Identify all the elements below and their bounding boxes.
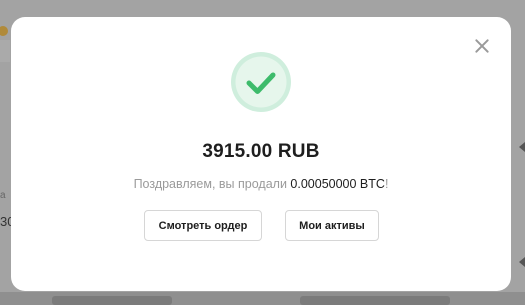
success-modal: 3915.00 RUB Поздравляем, вы продали 0.00… <box>11 17 511 291</box>
close-icon[interactable] <box>472 36 492 56</box>
view-order-button[interactable]: Смотреть ордер <box>144 210 262 241</box>
background-bottom-chip <box>52 296 172 305</box>
success-message: Поздравляем, вы продали 0.00050000 BTC! <box>11 177 511 191</box>
carousel-arrow-icon <box>519 142 525 152</box>
carousel-arrow-icon <box>519 257 525 267</box>
success-message-text: Поздравляем, вы продали <box>133 177 291 191</box>
background-partial-label: а <box>0 190 6 201</box>
success-check-icon <box>231 52 291 112</box>
my-assets-button[interactable]: Мои активы <box>285 210 379 241</box>
sold-amount: 0.00050000 BTC <box>290 177 385 191</box>
background-bottom-chip <box>300 296 450 305</box>
success-message-suffix: ! <box>384 177 389 191</box>
background-panel <box>0 40 10 62</box>
sale-amount: 3915.00 RUB <box>202 141 320 162</box>
